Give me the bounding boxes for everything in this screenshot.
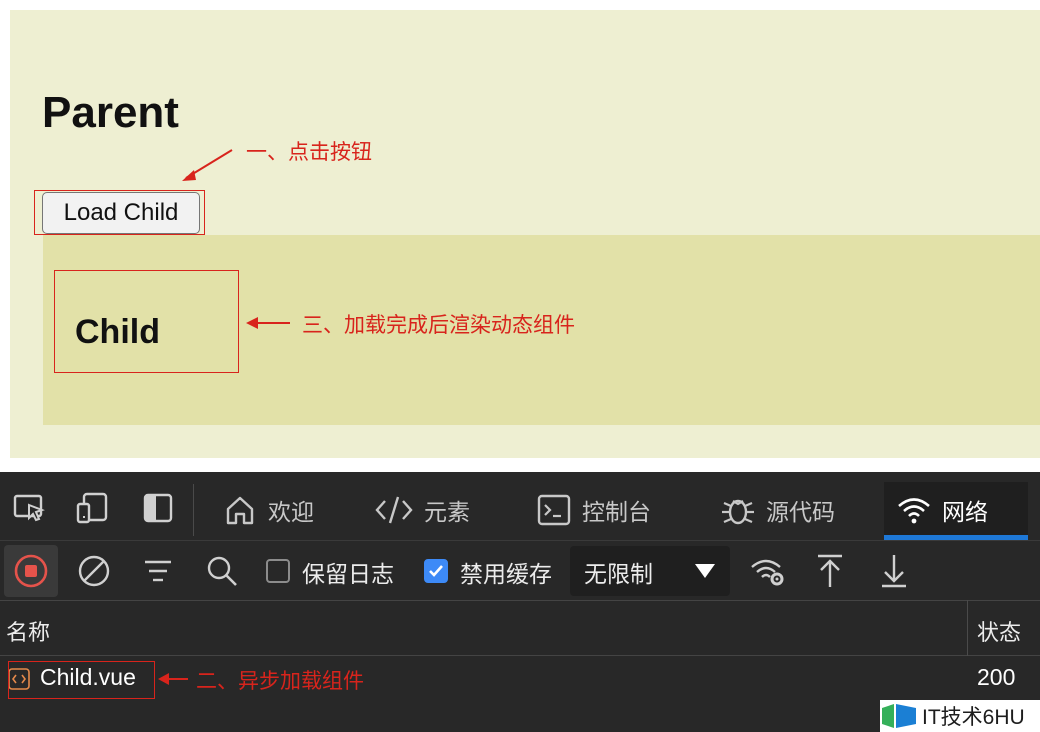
throttle-value: 无限制 bbox=[584, 562, 653, 588]
request-status: 200 bbox=[977, 664, 1016, 690]
watermark-text: IT技术6HU bbox=[922, 706, 1025, 729]
tab-elements-label: 元素 bbox=[424, 500, 470, 526]
filter-icon bbox=[145, 560, 171, 582]
disable-cache-checkbox[interactable] bbox=[424, 559, 448, 583]
page-viewport: Parent Load Child Child 一、点击按钮 三、加载完成后渲染… bbox=[0, 0, 1040, 472]
tab-console[interactable]: 控制台 bbox=[536, 482, 651, 538]
annotation-step1: 一、点击按钮 bbox=[246, 140, 372, 164]
tab-sources-label: 源代码 bbox=[766, 500, 835, 526]
watermark-logo-icon bbox=[882, 704, 916, 728]
arrow-to-button bbox=[182, 149, 233, 181]
dropdown-triangle-icon bbox=[695, 564, 715, 578]
search-button[interactable] bbox=[202, 551, 242, 591]
disable-cache-label: 禁用缓存 bbox=[460, 562, 552, 588]
throttle-select[interactable]: 无限制 bbox=[570, 546, 730, 596]
filter-button[interactable] bbox=[138, 551, 178, 591]
tab-welcome[interactable]: 欢迎 bbox=[222, 482, 314, 538]
console-icon bbox=[537, 494, 571, 526]
parent-title: Parent bbox=[42, 88, 179, 137]
clear-button[interactable] bbox=[74, 551, 114, 591]
tab-network-label: 网络 bbox=[942, 500, 988, 526]
request-table-header: 名称 状态 bbox=[0, 600, 1040, 656]
devtools-tabbar: 欢迎 元素 控制台 源代码 网络 bbox=[0, 472, 1040, 540]
devtools-panel: 欢迎 元素 控制台 源代码 网络 保留日志 禁用缓存 无限制 名称 状态 Chi… bbox=[0, 472, 1040, 732]
export-har-button[interactable] bbox=[874, 551, 914, 591]
column-status-header[interactable]: 状态 bbox=[977, 615, 1021, 647]
download-icon bbox=[882, 555, 906, 588]
preserve-log-label: 保留日志 bbox=[302, 562, 394, 588]
column-name-header[interactable]: 名称 bbox=[6, 615, 50, 647]
inspect-element-icon[interactable] bbox=[12, 490, 48, 526]
tab-welcome-label: 欢迎 bbox=[268, 500, 314, 526]
record-button[interactable] bbox=[4, 545, 58, 597]
wifi-settings-icon bbox=[751, 559, 784, 586]
file-code-icon bbox=[8, 668, 30, 690]
clear-icon bbox=[78, 555, 110, 587]
tab-console-label: 控制台 bbox=[582, 500, 651, 526]
device-toolbar-icon[interactable] bbox=[74, 490, 110, 526]
checkmark-icon bbox=[429, 565, 443, 577]
arrow-to-request bbox=[158, 673, 188, 685]
annotation-step3: 三、加载完成后渲染动态组件 bbox=[302, 313, 575, 337]
network-conditions-button[interactable] bbox=[748, 551, 788, 591]
code-icon bbox=[375, 496, 413, 524]
dock-side-icon[interactable] bbox=[140, 490, 176, 526]
preserve-log-checkbox[interactable] bbox=[266, 559, 290, 583]
search-icon bbox=[207, 556, 237, 586]
tab-sources[interactable]: 源代码 bbox=[720, 482, 835, 538]
upload-icon bbox=[818, 554, 842, 587]
watermark: IT技术6HU bbox=[880, 700, 1040, 732]
request-name[interactable]: Child.vue bbox=[40, 664, 136, 691]
tab-elements[interactable]: 元素 bbox=[374, 482, 470, 538]
arrow-to-child bbox=[246, 317, 290, 329]
bug-icon bbox=[722, 499, 754, 525]
annotation-step2: 二、异步加载组件 bbox=[196, 669, 364, 693]
import-har-button[interactable] bbox=[810, 551, 850, 591]
record-stop-icon bbox=[14, 554, 48, 588]
home-icon bbox=[226, 496, 254, 525]
load-child-button[interactable]: Load Child bbox=[42, 192, 200, 234]
wifi-icon bbox=[898, 498, 930, 524]
tab-network[interactable]: 网络 bbox=[884, 482, 1028, 540]
tabbar-separator bbox=[193, 484, 194, 536]
parent-component: Parent Load Child Child bbox=[10, 10, 1040, 458]
network-toolbar: 保留日志 禁用缓存 无限制 bbox=[0, 540, 1040, 600]
child-title: Child bbox=[75, 313, 160, 351]
